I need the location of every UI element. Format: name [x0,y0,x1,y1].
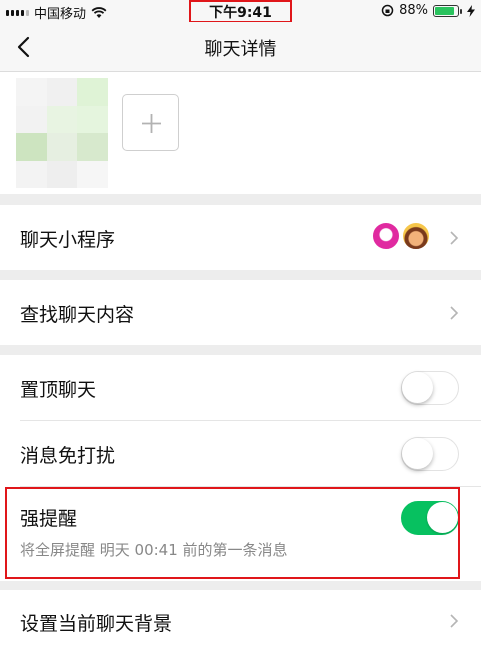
carrier-label: 中国移动 [34,7,87,22]
battery-fill [435,6,455,15]
pin-chat-label: 置顶聊天 [20,379,97,401]
mini-programs-row[interactable]: 聊天小程序 [0,205,481,270]
mute-notifications-label: 消息免打扰 [20,445,116,467]
page-title: 聊天详情 [204,39,277,60]
search-chat-history-row[interactable]: 查找聊天内容 [0,280,481,345]
strong-reminder-description: 将全屏提醒 明天 00:41 前的第一条消息 [20,541,288,559]
status-right: 88% [381,3,475,18]
status-time: 下午9:41 [189,0,292,23]
mini-app-icon-1 [371,221,401,251]
charging-bolt-icon [467,4,475,17]
mute-notifications-row: 消息免打扰 [0,421,481,486]
strong-reminder-toggle[interactable] [401,501,459,535]
battery-percent: 88% [399,3,428,18]
orientation-lock-icon [381,4,394,17]
pin-chat-toggle[interactable] [401,371,459,405]
members-section [0,72,481,194]
chat-background-row[interactable]: 设置当前聊天背景 [0,590,481,652]
mini-app-icon-2 [401,221,431,251]
chevron-right-icon [450,306,459,320]
chevron-right-icon [450,231,459,245]
chat-background-label: 设置当前聊天背景 [20,613,173,635]
pin-chat-row: 置顶聊天 [0,355,481,420]
plus-icon [142,114,161,133]
strong-reminder-row: 强提醒 将全屏提醒 明天 00:41 前的第一条消息 [0,487,481,581]
strong-reminder-label: 强提醒 [20,508,78,530]
battery-icon [433,4,462,17]
chevron-right-icon [450,614,459,628]
member-avatar[interactable] [16,78,108,188]
signal-icon [6,9,29,16]
add-member-button[interactable] [122,94,179,151]
status-left: 中国移动 [6,3,107,22]
wifi-icon [91,6,107,18]
mute-notifications-toggle[interactable] [401,437,459,471]
status-bar: 中国移动 下午9:41 88% [0,0,481,23]
chat-settings-group: 置顶聊天 消息免打扰 强提醒 将全屏提醒 明天 00:41 前的第一条消息 [0,355,481,581]
nav-bar: 聊天详情 [0,22,481,72]
mini-programs-label: 聊天小程序 [20,229,116,251]
search-chat-history-label: 查找聊天内容 [20,304,135,326]
